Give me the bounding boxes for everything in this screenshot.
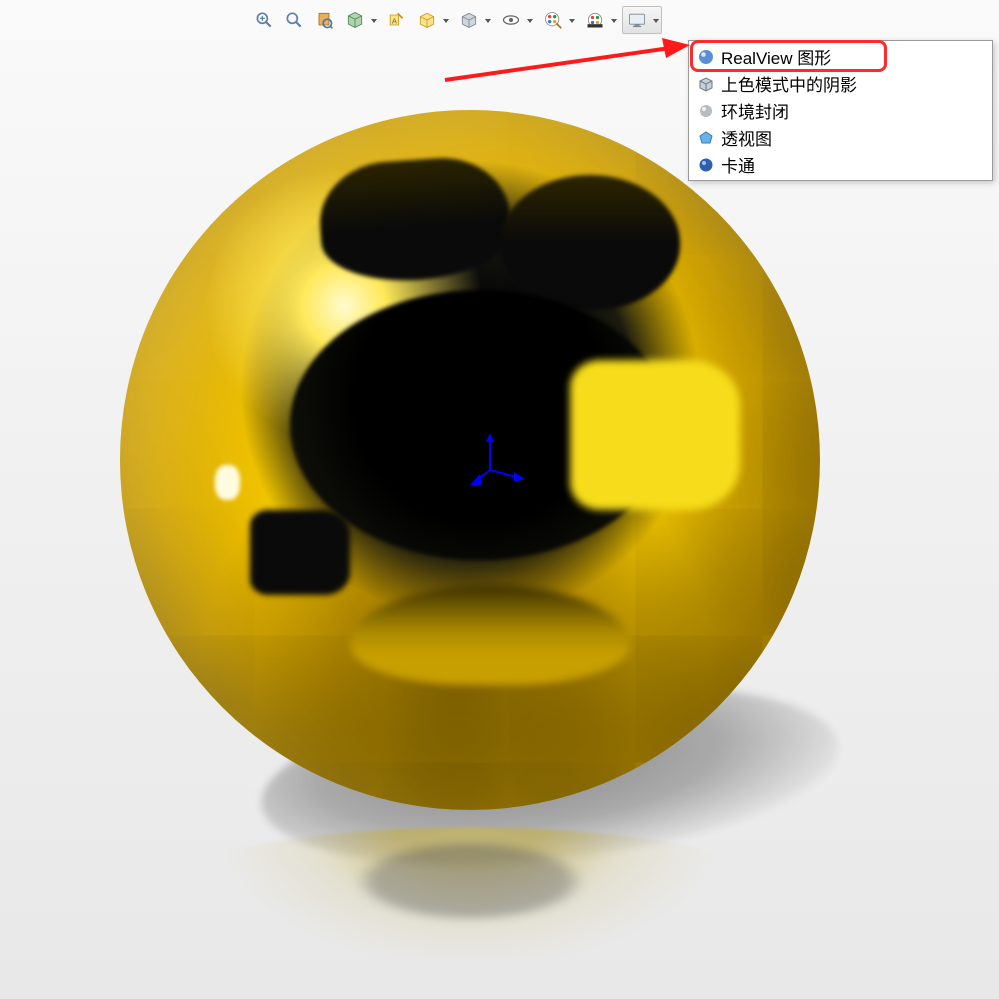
origin-triad-icon (470, 430, 530, 490)
viewport-3d[interactable] (0, 0, 999, 999)
floor-reflection (120, 828, 820, 993)
